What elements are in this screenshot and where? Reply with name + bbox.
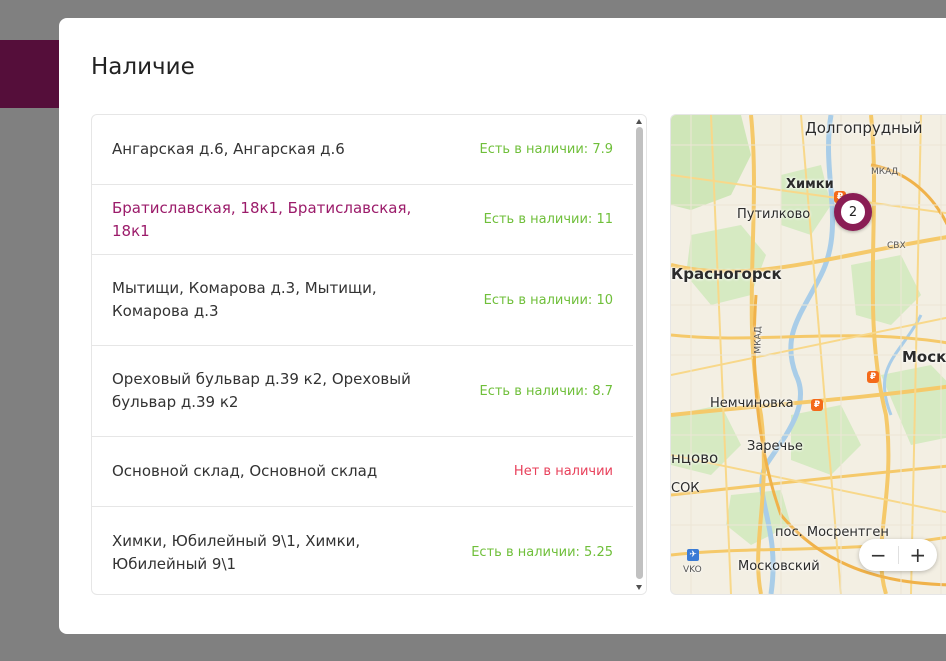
map-label-khimki: Химки [786, 177, 834, 192]
map-label-moscow: Моск [902, 348, 946, 366]
map-label-nemchinovka: Немчиновка [710, 396, 794, 411]
map-label-mkad-west: МКАД [753, 326, 764, 354]
stock-status: Есть в наличии: 10 [483, 292, 613, 308]
scroll-up-arrow-icon[interactable] [636, 119, 642, 124]
fuel-station-icon: ₽ [867, 371, 879, 383]
map-label-vko: VKO [683, 565, 702, 575]
store-name: Ореховый бульвар д.39 к2, Ореховый бульв… [112, 370, 411, 411]
map-label-svkh: СВХ [887, 241, 906, 251]
zoom-out-button[interactable]: − [859, 539, 898, 571]
scroll-thumb[interactable] [636, 127, 643, 579]
store-name: Мытищи, Комарова д.3, Мытищи, Комарова д… [112, 279, 377, 320]
store-items: Ангарская д.6, Ангарская д.6 Есть в нали… [92, 115, 633, 594]
store-row[interactable]: Основной склад, Основной склад Нет в нал… [92, 437, 633, 507]
stock-status: Нет в наличии [513, 464, 613, 479]
store-name: Основной склад, Основной склад [112, 462, 378, 480]
map-label-moskovsky: Московский [738, 559, 820, 574]
fuel-station-icon: ₽ [811, 399, 823, 411]
store-map[interactable]: Долгопрудный МКАД Химки Путилково СВХ Кр… [670, 114, 946, 595]
map-label-dolgoprudny: Долгопрудный [805, 119, 923, 137]
scroll-down-arrow-icon[interactable] [636, 585, 642, 590]
map-label-intsovo: нцово [671, 449, 719, 467]
store-name: Ангарская д.6, Ангарская д.6 [112, 140, 345, 158]
map-label-zarechye: Заречье [747, 439, 803, 454]
airport-icon: ✈ [687, 549, 699, 561]
scrollbar[interactable] [633, 115, 646, 594]
stock-status: Есть в наличии: 11 [483, 212, 613, 227]
store-cluster-marker[interactable]: 2 [834, 193, 872, 231]
map-label-mkad: МКАД [871, 167, 899, 177]
stock-status: Есть в наличии: 5.25 [471, 545, 613, 560]
store-row[interactable]: Химки, Юбилейный 9\1, Химки, Юбилейный 9… [92, 507, 633, 594]
map-label-sok: СОК [671, 481, 700, 496]
modal-title: Наличие [91, 54, 195, 80]
store-row[interactable]: Ангарская д.6, Ангарская д.6 Есть в нали… [92, 115, 633, 185]
map-label-mosrentgen: пос. Мосрентген [775, 525, 889, 540]
availability-modal: Наличие Ангарская д.6, Ангарская д.6 Ест… [59, 18, 946, 634]
store-row[interactable]: Мытищи, Комарова д.3, Мытищи, Комарова д… [92, 255, 633, 346]
store-list: Ангарская д.6, Ангарская д.6 Есть в нали… [91, 114, 647, 595]
map-label-putilkovo: Путилково [737, 207, 811, 222]
map-label-krasnogorsk: Красногорск [671, 265, 782, 283]
stock-status: Есть в наличии: 8.7 [479, 383, 613, 399]
store-row[interactable]: Ореховый бульвар д.39 к2, Ореховый бульв… [92, 346, 633, 437]
zoom-in-button[interactable]: + [899, 539, 938, 571]
map-zoom-control: − + [859, 539, 937, 571]
store-name: Братиславская, 18к1, Братиславская, 18к1 [112, 198, 412, 240]
stock-status: Есть в наличии: 7.9 [479, 142, 613, 157]
store-row-selected[interactable]: Братиславская, 18к1, Братиславская, 18к1… [92, 185, 633, 255]
store-name: Химки, Юбилейный 9\1, Химки, Юбилейный 9… [112, 531, 361, 573]
